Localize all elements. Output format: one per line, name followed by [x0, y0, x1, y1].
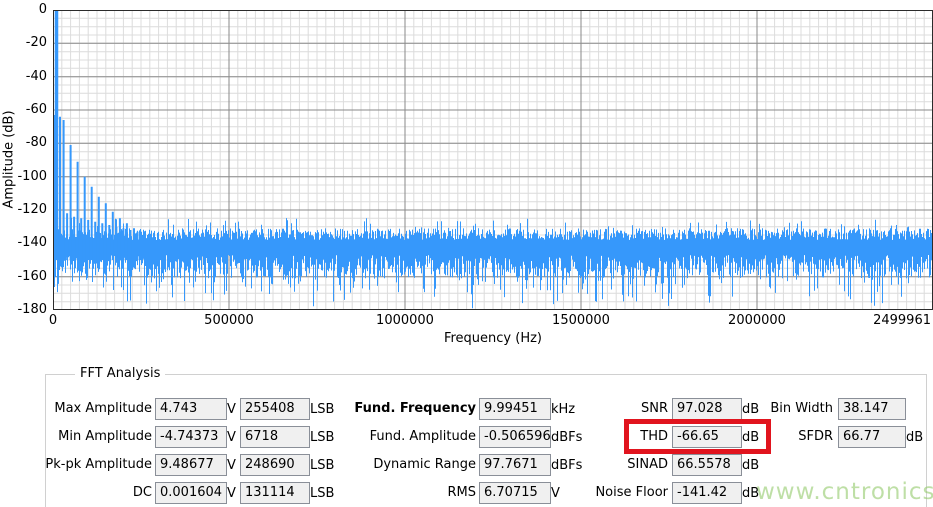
y-tick-label: -140: [0, 235, 47, 251]
y-axis-title: Amplitude (dB): [2, 10, 17, 310]
bin-width-field[interactable]: 38.147: [838, 398, 906, 420]
x-axis-title: Frequency (Hz): [53, 331, 933, 346]
x-tick-label: 1000000: [376, 313, 434, 328]
thd-label: THD: [545, 426, 668, 448]
dynamic-range-label: Dynamic Range: [330, 454, 476, 476]
fft-analyzer-window: Amplitude (dB) 0 -20 -40 -60 -80 -100 -120 -140…: [0, 0, 933, 507]
sinad-field[interactable]: 66.5578: [672, 454, 742, 476]
sfdr-label: SFDR: [733, 426, 833, 448]
y-tick-label: -40: [0, 69, 47, 85]
y-tick-label: 0: [0, 2, 47, 18]
dc-lsb-field[interactable]: 131114: [240, 482, 310, 504]
dynamic-range-field[interactable]: 97.7671: [479, 454, 551, 476]
x-tick-label: 2000000: [728, 313, 786, 328]
thd-field[interactable]: -66.65: [672, 426, 742, 448]
pkpk-amplitude-v-field[interactable]: 9.48677: [155, 454, 227, 476]
sinad-unit: dB: [742, 454, 759, 478]
fund-amplitude-field[interactable]: -0.506596: [479, 426, 551, 448]
max-amplitude-v-unit: V: [227, 398, 236, 422]
dc-v-unit: V: [227, 482, 236, 506]
y-tick-label: -20: [0, 35, 47, 51]
min-amplitude-lsb-field[interactable]: 6718: [240, 426, 310, 448]
fund-frequency-label: Fund. Frequency: [330, 398, 476, 420]
dc-v-field[interactable]: 0.001604: [155, 482, 227, 504]
min-amplitude-label: Min Amplitude: [25, 426, 152, 448]
sfdr-field[interactable]: 66.77: [838, 426, 906, 448]
max-amplitude-v-field[interactable]: 4.743: [155, 398, 227, 420]
dc-label: DC: [25, 482, 152, 504]
noise-floor-label: Noise Floor: [545, 482, 668, 504]
x-tick-label: 2499961: [873, 313, 931, 328]
x-tick-label: 500000: [204, 313, 254, 328]
fft-spectrum-plot: [53, 10, 933, 310]
bin-width-label: Bin Width: [733, 398, 833, 420]
y-tick-label: -80: [0, 135, 47, 151]
pkpk-amplitude-lsb-field[interactable]: 248690: [240, 454, 310, 476]
pkpk-amplitude-label: Pk-pk Amplitude: [25, 454, 152, 476]
fund-frequency-field[interactable]: 9.99451: [479, 398, 551, 420]
noise-floor-field[interactable]: -141.42: [672, 482, 742, 504]
y-tick-label: -120: [0, 202, 47, 218]
y-tick-label: -160: [0, 269, 47, 285]
plot-area: [53, 10, 933, 310]
pkpk-amplitude-v-unit: V: [227, 454, 236, 478]
sfdr-unit: dB: [906, 426, 923, 450]
min-amplitude-v-field[interactable]: -4.74373: [155, 426, 227, 448]
x-tick-label: 0: [49, 313, 57, 328]
y-tick-label: -180: [0, 302, 47, 318]
x-tick-label: 1500000: [552, 313, 610, 328]
max-amplitude-label: Max Amplitude: [25, 398, 152, 420]
max-amplitude-lsb-field[interactable]: 255408: [240, 398, 310, 420]
watermark: www.cntronics.com: [756, 479, 933, 505]
snr-field[interactable]: 97.028: [672, 398, 742, 420]
sinad-label: SINAD: [545, 454, 668, 476]
rms-field[interactable]: 6.70715: [479, 482, 551, 504]
min-amplitude-v-unit: V: [227, 426, 236, 450]
panel-legend: FFT Analysis: [75, 366, 165, 381]
y-tick-label: -60: [0, 102, 47, 118]
rms-label: RMS: [330, 482, 476, 504]
fund-amplitude-label: Fund. Amplitude: [330, 426, 476, 448]
snr-label: SNR: [545, 398, 668, 420]
y-tick-label: -100: [0, 169, 47, 185]
